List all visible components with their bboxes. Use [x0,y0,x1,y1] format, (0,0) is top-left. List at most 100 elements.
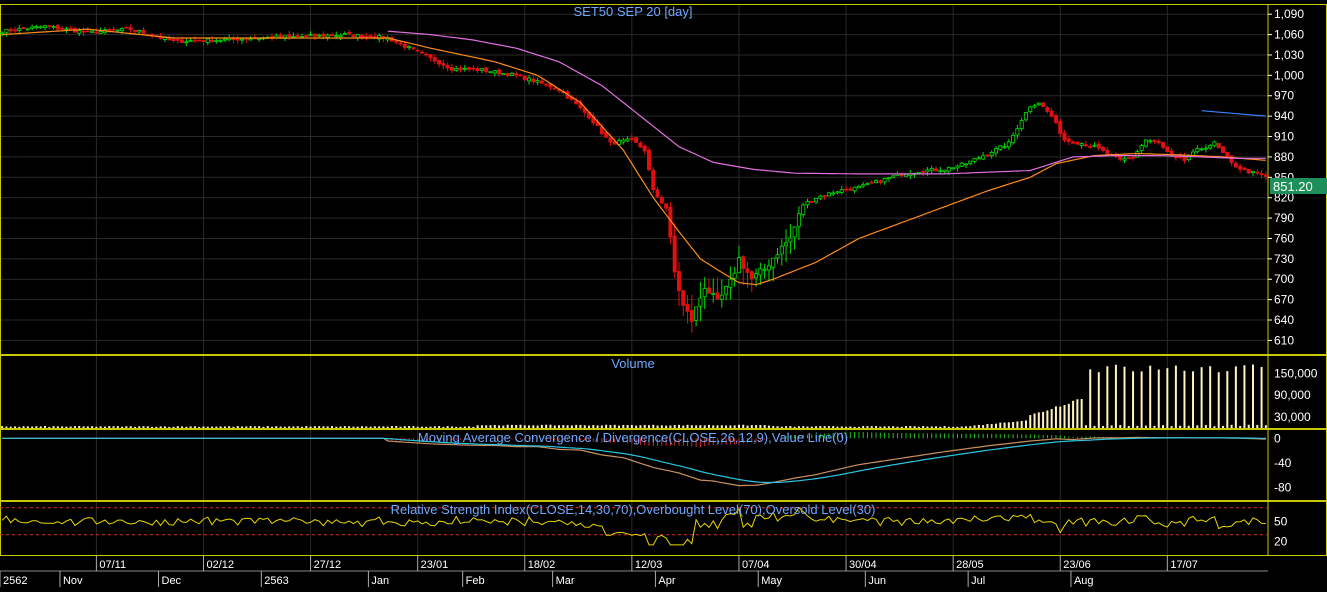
candle-body [492,70,497,74]
volume-bar [159,426,162,428]
volume-bar [78,426,81,428]
volume-bar [480,425,483,428]
candle-body [419,51,424,54]
date-tick-label: 07/04 [742,559,770,571]
candle-body [120,28,125,32]
volume-bar [1256,424,1259,428]
candle-body [107,28,112,31]
candle-body [17,28,22,31]
volume-bar [506,424,509,428]
blue-trend-line [1201,110,1266,117]
candle-body [1019,120,1024,129]
candle-body [1242,167,1247,170]
rsi-axis-label: 50 [1274,514,1288,528]
volume-bar [420,426,423,428]
volume-bar [673,425,676,428]
candle-body [1092,144,1097,147]
volume-bar [360,426,363,428]
volume-bar [669,425,672,428]
volume-bar [61,426,64,428]
volume-bar [1003,422,1006,428]
candle-body [638,142,643,148]
candle-body [1105,149,1110,155]
volume-bar [82,426,85,428]
volume-bar [1037,412,1040,428]
volume-bar [973,425,976,428]
volume-bar [510,424,513,428]
candle-body [531,78,536,83]
candle-body [861,184,866,187]
candle-body [1186,156,1191,160]
volume-bar [193,426,196,428]
volume-bar [1204,425,1207,428]
candle-body [951,167,956,170]
candle-body [1053,115,1058,123]
candle-body [449,67,454,71]
volume-bar [168,426,171,428]
volume-bar [56,426,59,428]
volume-bar [108,426,111,428]
candle-body [55,25,60,30]
volume-bar [1059,406,1062,428]
month-tick-label: Aug [1074,575,1094,587]
candle-body [698,297,703,307]
volume-bar [215,426,218,428]
volume-bar [1033,413,1036,428]
volume-bar [390,426,393,428]
volume-bar [433,426,436,428]
volume-bar [626,425,629,428]
candle-body [304,35,309,38]
candle-body [218,39,223,42]
date-tick-label: 12/03 [635,559,663,571]
volume-bar [909,426,912,428]
candle-body [462,67,467,70]
macd-axis-label: -40 [1274,456,1292,470]
volume-bar [438,426,441,428]
volume-bar [523,425,526,428]
price-axis-label: 640 [1274,313,1294,327]
volume-bar [1222,425,1225,428]
candle-body [1152,139,1157,142]
candle-body [467,67,472,70]
candle-body [1225,151,1230,158]
volume-bar [343,426,346,428]
candle-body [329,34,334,37]
candle-body [779,245,784,255]
candle-body [942,169,947,173]
volume-bar [600,425,603,428]
candle-body [745,268,750,273]
volume-bar [69,426,72,428]
volume-bar [305,426,308,428]
candle-body [655,189,660,198]
volume-bar [386,426,389,428]
volume-bar [549,424,552,428]
volume-bar [605,424,608,428]
candle-body [1139,145,1144,151]
volume-bar [1200,367,1203,428]
volume-bar [1226,371,1229,428]
candle-body [775,254,780,259]
candle-body [715,292,720,300]
candle-body [4,28,9,34]
candle-body [736,257,741,274]
volume-bar [155,426,158,428]
date-tick-label: 23/06 [1063,559,1091,571]
volume-bar [1234,366,1237,428]
volume-bar [883,426,886,428]
candle-body [685,304,690,312]
volume-bar [772,426,775,428]
candle-body [235,38,240,41]
candle-body [792,226,797,238]
volume-bar [1170,426,1173,428]
volume-bar [1076,399,1079,428]
volume-bar [947,426,950,428]
volume-bar [493,424,496,428]
candle-body [959,162,964,167]
candle-body [706,287,711,294]
volume-bar [356,426,359,428]
candle-body [111,28,116,31]
candle-body [993,147,998,154]
chart-root: 610 640 670 700 730 760 790 820 850 880 910 940 970 1… [0,0,1327,587]
volume-bar [275,426,278,428]
volume-bar [1046,410,1049,428]
